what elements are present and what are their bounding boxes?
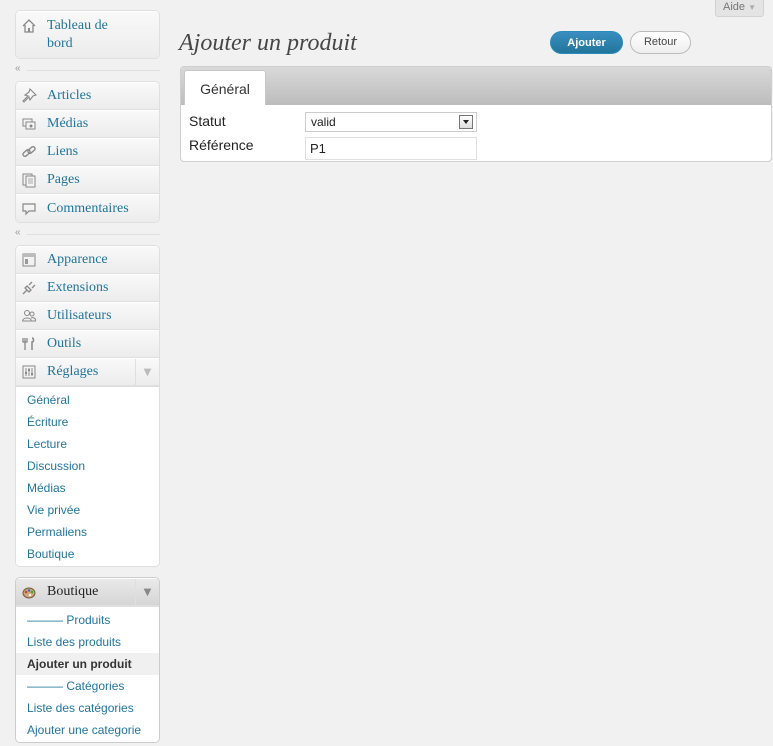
menu-item-dashboard[interactable]: Tableau de bord — [16, 11, 159, 58]
menu-label: Médias — [47, 116, 89, 131]
appearance-icon — [22, 253, 36, 267]
menu-label: Outils — [47, 336, 82, 351]
menu-label: Extensions — [47, 280, 109, 295]
plug-icon — [22, 281, 36, 295]
menu-item-apparence[interactable]: Apparence — [16, 246, 159, 274]
menu-item-reglages[interactable]: Réglages ▼ — [16, 358, 159, 386]
reference-label: Référence — [189, 137, 254, 153]
menu-item-pages[interactable]: Pages — [16, 166, 159, 194]
menu-item-liens[interactable]: Liens — [16, 138, 159, 166]
menu-label: Commentaires — [47, 200, 129, 216]
help-label: Aide — [722, 1, 746, 13]
media-icon — [22, 118, 36, 130]
menu-label: Utilisateurs — [47, 308, 112, 323]
boutique-submenu: ——— Produits Liste des produits Ajouter … — [16, 606, 159, 742]
chevron-down-icon: ▼ — [748, 3, 756, 12]
submenu-item-ecriture[interactable]: Écriture — [16, 411, 159, 433]
menu-group-dashboard: Tableau de bord — [15, 10, 160, 59]
menu-group-content: Articles Médias Liens Pages Commentaires — [15, 81, 160, 223]
home-icon — [22, 19, 36, 33]
menu-label: Pages — [47, 172, 80, 187]
menu-item-boutique[interactable]: Boutique ▼ — [16, 578, 159, 606]
status-value: valid — [311, 115, 336, 129]
submenu-item-lecture[interactable]: Lecture — [16, 433, 159, 455]
page-title: Ajouter un produit — [179, 30, 357, 56]
back-button[interactable]: Retour — [630, 31, 691, 54]
menu-label: Réglages — [47, 364, 99, 379]
menu-label: Articles — [47, 88, 92, 103]
collapse-icon: « — [15, 63, 21, 74]
pushpin-icon — [22, 88, 37, 103]
settings-icon — [22, 365, 36, 379]
product-form-panel: Général Statut valid Référence P1 — [180, 66, 772, 162]
menu-group-boutique: Boutique ▼ ——— Produits Liste des produi… — [15, 577, 160, 743]
submenu-item-ajouter-produit[interactable]: Ajouter un produit — [16, 653, 159, 675]
submenu-heading-categories: ——— Catégories — [27, 679, 125, 693]
menu-label: Apparence — [47, 252, 108, 267]
status-label: Statut — [189, 113, 226, 129]
menu-item-extensions[interactable]: Extensions — [16, 274, 159, 302]
comment-icon — [22, 202, 36, 215]
collapse-separator[interactable]: « — [15, 223, 160, 245]
menu-group-settings: Apparence Extensions Utilisateurs Outils… — [15, 245, 160, 567]
tab-bar: Général — [181, 67, 771, 105]
submenu-item-general[interactable]: Général — [16, 389, 159, 411]
palette-icon — [22, 587, 36, 599]
submenu-item-discussion[interactable]: Discussion — [16, 455, 159, 477]
menu-item-outils[interactable]: Outils — [16, 330, 159, 358]
submenu-item-ajouter-categorie[interactable]: Ajouter une categorie — [16, 719, 159, 741]
submenu-item-boutique[interactable]: Boutique — [16, 543, 159, 565]
link-icon — [22, 146, 36, 157]
menu-item-utilisateurs[interactable]: Utilisateurs — [16, 302, 159, 330]
submenu-item-vie-privee[interactable]: Vie privée — [16, 499, 159, 521]
submenu-item-permaliens[interactable]: Permaliens — [16, 521, 159, 543]
menu-label: Tableau de bord — [47, 18, 108, 51]
chevron-down-icon[interactable]: ▼ — [135, 359, 159, 385]
menu-label: Liens — [47, 144, 79, 159]
menu-item-articles[interactable]: Articles — [16, 82, 159, 110]
status-select[interactable]: valid — [305, 112, 477, 132]
pages-icon — [22, 173, 36, 188]
menu-item-medias[interactable]: Médias — [16, 110, 159, 138]
chevron-down-icon[interactable]: ▼ — [135, 579, 159, 605]
collapse-separator[interactable]: « — [15, 59, 160, 81]
menu-label: Boutique — [47, 584, 99, 599]
dropdown-arrow-icon[interactable] — [459, 115, 473, 129]
submenu-item-liste-produits[interactable]: Liste des produits — [16, 631, 159, 653]
submenu-item-medias[interactable]: Médias — [16, 477, 159, 499]
tools-icon — [22, 337, 35, 350]
admin-menu: Tableau de bord « Articles Médias Liens … — [15, 10, 160, 743]
users-icon — [21, 310, 37, 322]
add-button[interactable]: Ajouter — [550, 31, 623, 54]
reglages-submenu: Général Écriture Lecture Discussion Médi… — [16, 386, 159, 566]
submenu-item-liste-categories[interactable]: Liste des catégories — [16, 697, 159, 719]
menu-item-commentaires[interactable]: Commentaires — [16, 194, 159, 222]
help-tab[interactable]: Aide ▼ — [715, 0, 764, 17]
collapse-icon: « — [15, 227, 21, 238]
reference-input[interactable]: P1 — [305, 137, 477, 160]
tab-general[interactable]: Général — [184, 70, 266, 105]
submenu-heading-produits: ——— Produits — [27, 613, 111, 627]
